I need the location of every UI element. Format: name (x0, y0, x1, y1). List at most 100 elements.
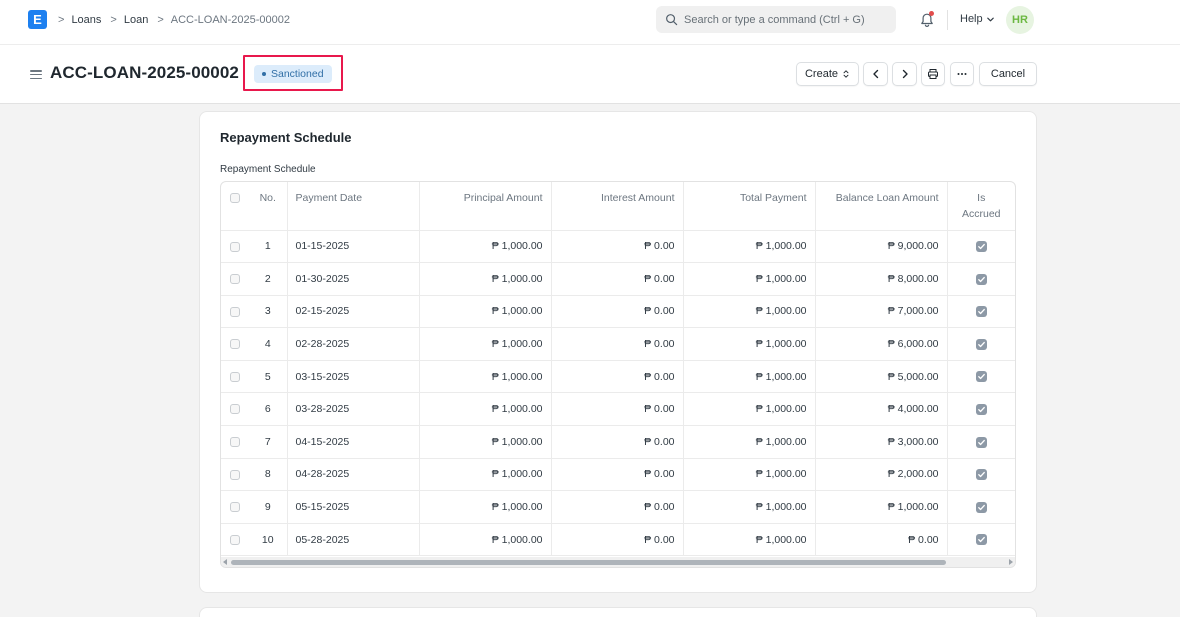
row-select-cell[interactable] (221, 458, 249, 492)
balance-loan-amount-cell[interactable]: ₱ 8,000.00 (815, 262, 948, 296)
table-row[interactable]: 6 03-28-2025 ₱ 1,000.00 ₱ 0.00 ₱ 1,000.00 ₱ 4… (221, 392, 1015, 427)
is-accrued-cell[interactable] (947, 392, 1015, 427)
payment-date-cell[interactable]: 05-28-2025 (287, 523, 420, 557)
header-interest-amount[interactable]: Interest Amount (551, 182, 684, 231)
row-select-cell[interactable] (221, 295, 249, 329)
is-accrued-cell[interactable] (947, 490, 1015, 524)
payment-date-cell[interactable]: 01-15-2025 (287, 230, 420, 264)
row-checkbox[interactable] (230, 502, 240, 513)
interest-amount-cell[interactable]: ₱ 0.00 (551, 392, 684, 427)
header-balance-loan-amount[interactable]: Balance Loan Amount (815, 182, 948, 231)
principal-amount-cell[interactable]: ₱ 1,000.00 (419, 490, 552, 524)
row-checkbox[interactable] (230, 534, 240, 545)
total-payment-cell[interactable]: ₱ 1,000.00 (683, 230, 816, 264)
row-number[interactable]: 7 (249, 425, 288, 459)
balance-loan-amount-cell[interactable]: ₱ 9,000.00 (815, 230, 948, 264)
row-number[interactable]: 5 (249, 360, 288, 394)
principal-amount-cell[interactable]: ₱ 1,000.00 (419, 458, 552, 492)
is-accrued-cell[interactable] (947, 230, 1015, 264)
breadcrumb-loans[interactable]: Loans (71, 14, 101, 26)
balance-loan-amount-cell[interactable]: ₱ 6,000.00 (815, 327, 948, 361)
select-all-checkbox[interactable] (230, 193, 240, 204)
table-row[interactable]: 2 01-30-2025 ₱ 1,000.00 ₱ 0.00 ₱ 1,000.00 ₱ 8… (221, 262, 1015, 296)
row-checkbox[interactable] (230, 469, 240, 480)
row-checkbox[interactable] (230, 404, 240, 415)
balance-loan-amount-cell[interactable]: ₱ 5,000.00 (815, 360, 948, 394)
header-payment-date[interactable]: Payment Date (287, 182, 420, 231)
principal-amount-cell[interactable]: ₱ 1,000.00 (419, 392, 552, 427)
row-checkbox[interactable] (230, 371, 240, 382)
scrollbar-thumb[interactable] (231, 560, 946, 565)
principal-amount-cell[interactable]: ₱ 1,000.00 (419, 295, 552, 329)
payment-date-cell[interactable]: 04-28-2025 (287, 458, 420, 492)
previous-button[interactable] (863, 62, 888, 86)
table-row[interactable]: 10 05-28-2025 ₱ 1,000.00 ₱ 0.00 ₱ 1,000.00 ₱ … (221, 523, 1015, 557)
payment-date-cell[interactable]: 01-30-2025 (287, 262, 420, 296)
scroll-left-icon[interactable] (223, 559, 227, 565)
payment-date-cell[interactable]: 03-28-2025 (287, 392, 420, 427)
balance-loan-amount-cell[interactable]: ₱ 0.00 (815, 523, 948, 557)
payment-date-cell[interactable]: 02-28-2025 (287, 327, 420, 361)
interest-amount-cell[interactable]: ₱ 0.00 (551, 425, 684, 459)
row-checkbox[interactable] (230, 437, 240, 448)
print-button[interactable] (921, 62, 945, 86)
header-principal-amount[interactable]: Principal Amount (419, 182, 552, 231)
principal-amount-cell[interactable]: ₱ 1,000.00 (419, 360, 552, 394)
total-payment-cell[interactable]: ₱ 1,000.00 (683, 262, 816, 296)
horizontal-scrollbar[interactable] (221, 557, 1015, 567)
balance-loan-amount-cell[interactable]: ₱ 1,000.00 (815, 490, 948, 524)
total-payment-cell[interactable]: ₱ 1,000.00 (683, 327, 816, 361)
table-row[interactable]: 7 04-15-2025 ₱ 1,000.00 ₱ 0.00 ₱ 1,000.00 ₱ 3… (221, 425, 1015, 459)
is-accrued-cell[interactable] (947, 458, 1015, 492)
search-bar[interactable] (656, 6, 896, 33)
row-checkbox[interactable] (230, 306, 240, 317)
interest-amount-cell[interactable]: ₱ 0.00 (551, 230, 684, 264)
row-checkbox[interactable] (230, 274, 240, 285)
payment-date-cell[interactable]: 02-15-2025 (287, 295, 420, 329)
row-select-cell[interactable] (221, 490, 249, 524)
balance-loan-amount-cell[interactable]: ₱ 3,000.00 (815, 425, 948, 459)
row-number[interactable]: 2 (249, 262, 288, 296)
principal-amount-cell[interactable]: ₱ 1,000.00 (419, 262, 552, 296)
total-payment-cell[interactable]: ₱ 1,000.00 (683, 490, 816, 524)
table-row[interactable]: 3 02-15-2025 ₱ 1,000.00 ₱ 0.00 ₱ 1,000.00 ₱ 7… (221, 295, 1015, 329)
payment-date-cell[interactable]: 04-15-2025 (287, 425, 420, 459)
search-input[interactable] (684, 13, 884, 26)
header-is-accrued[interactable]: Is Accrued (947, 182, 1015, 231)
row-select-cell[interactable] (221, 425, 249, 459)
row-select-cell[interactable] (221, 360, 249, 394)
row-select-cell[interactable] (221, 262, 249, 296)
interest-amount-cell[interactable]: ₱ 0.00 (551, 523, 684, 557)
more-button[interactable] (950, 62, 974, 86)
breadcrumb-current[interactable]: ACC-LOAN-2025-00002 (171, 14, 290, 26)
row-number[interactable]: 9 (249, 490, 288, 524)
interest-amount-cell[interactable]: ₱ 0.00 (551, 295, 684, 329)
is-accrued-cell[interactable] (947, 327, 1015, 361)
is-accrued-cell[interactable] (947, 295, 1015, 329)
interest-amount-cell[interactable]: ₱ 0.00 (551, 490, 684, 524)
breadcrumb-loan[interactable]: Loan (124, 14, 148, 26)
interest-amount-cell[interactable]: ₱ 0.00 (551, 262, 684, 296)
row-checkbox[interactable] (230, 241, 240, 252)
row-select-cell[interactable] (221, 392, 249, 427)
principal-amount-cell[interactable]: ₱ 1,000.00 (419, 425, 552, 459)
help-menu[interactable]: Help (960, 13, 995, 25)
total-payment-cell[interactable]: ₱ 1,000.00 (683, 392, 816, 427)
total-payment-cell[interactable]: ₱ 1,000.00 (683, 458, 816, 492)
is-accrued-cell[interactable] (947, 360, 1015, 394)
row-number[interactable]: 10 (249, 523, 288, 557)
balance-loan-amount-cell[interactable]: ₱ 7,000.00 (815, 295, 948, 329)
row-number[interactable]: 1 (249, 230, 288, 264)
table-row[interactable]: 4 02-28-2025 ₱ 1,000.00 ₱ 0.00 ₱ 1,000.00 ₱ 6… (221, 327, 1015, 361)
row-number[interactable]: 4 (249, 327, 288, 361)
row-select-cell[interactable] (221, 327, 249, 361)
interest-amount-cell[interactable]: ₱ 0.00 (551, 327, 684, 361)
table-row[interactable]: 1 01-15-2025 ₱ 1,000.00 ₱ 0.00 ₱ 1,000.00 ₱ 9… (221, 230, 1015, 264)
row-select-cell[interactable] (221, 523, 249, 557)
total-payment-cell[interactable]: ₱ 1,000.00 (683, 360, 816, 394)
is-accrued-cell[interactable] (947, 523, 1015, 557)
row-number[interactable]: 6 (249, 392, 288, 427)
hamburger-icon[interactable] (30, 70, 42, 79)
table-row[interactable]: 8 04-28-2025 ₱ 1,000.00 ₱ 0.00 ₱ 1,000.00 ₱ 2… (221, 458, 1015, 492)
total-payment-cell[interactable]: ₱ 1,000.00 (683, 523, 816, 557)
